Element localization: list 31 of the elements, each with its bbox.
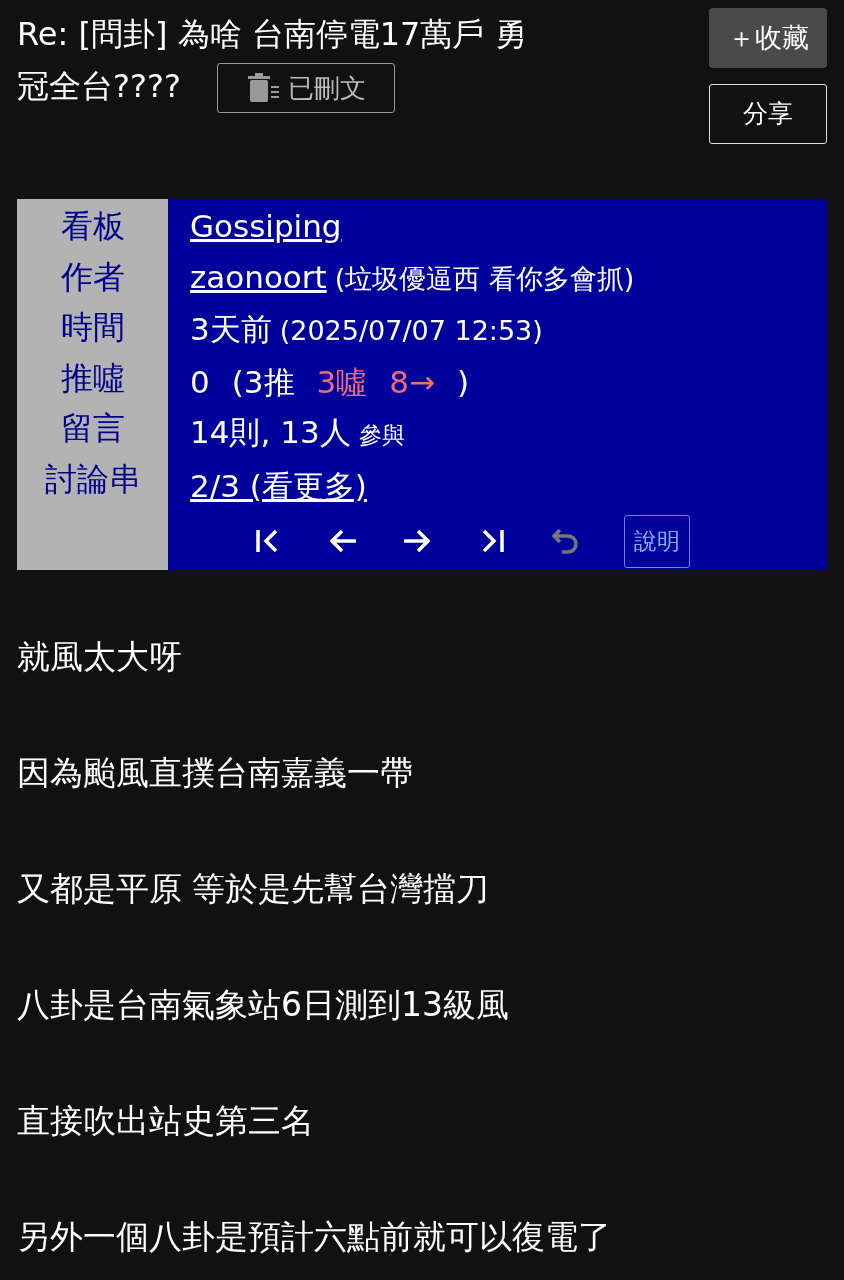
body-paragraph: 因為颱風直撲台南嘉義一帶 [17, 751, 414, 794]
help-button[interactable]: 說明 [624, 515, 690, 568]
field-note: 參與 [358, 421, 405, 450]
favorite-button[interactable]: ＋收藏 [709, 8, 827, 68]
field-value: ) [457, 362, 470, 402]
field-note: (垃圾優逼西 看你多會抓) [334, 261, 635, 296]
field-label: 時間 [59, 307, 126, 348]
link[interactable]: 2/3 (看更多) [190, 460, 367, 511]
field-label: 推噓 [59, 357, 126, 399]
body-paragraph: 另外一個八卦是預計六點前就可以復電了 [17, 1215, 612, 1258]
body-paragraph: 八卦是台南氣象站6日測到13級風 [17, 983, 510, 1026]
body-paragraph: 就風太大呀 [17, 635, 183, 678]
field-label: 看板 [59, 206, 126, 247]
field-label: 作者 [59, 256, 126, 298]
field-value: 14則, 13人 [190, 413, 351, 452]
field-value: 3噓 [316, 362, 368, 402]
link[interactable]: Gossiping [190, 201, 342, 252]
field-value: 8→ [389, 362, 435, 402]
field-label: 留言 [59, 408, 126, 449]
body-paragraph: 又都是平原 等於是先幫台灣擋刀 [17, 867, 491, 910]
post-title: Re: [問卦] 為啥 台南停電17萬戶 勇 [17, 14, 528, 55]
body-paragraph: 直接吹出站史第三名 [17, 1099, 315, 1142]
post-title: 冠全台???? [17, 67, 181, 105]
deleted-badge: 已刪文 [216, 63, 395, 113]
field-label: 討論串 [43, 458, 142, 500]
link[interactable]: zaonoort [190, 251, 327, 302]
share-button[interactable]: 分享 [709, 84, 827, 144]
field-note: (2025/07/07 12:53) [279, 314, 543, 348]
field-value: 0 [190, 362, 210, 402]
field-value: 3天前 [190, 310, 272, 349]
field-value: (3推 [231, 362, 295, 402]
